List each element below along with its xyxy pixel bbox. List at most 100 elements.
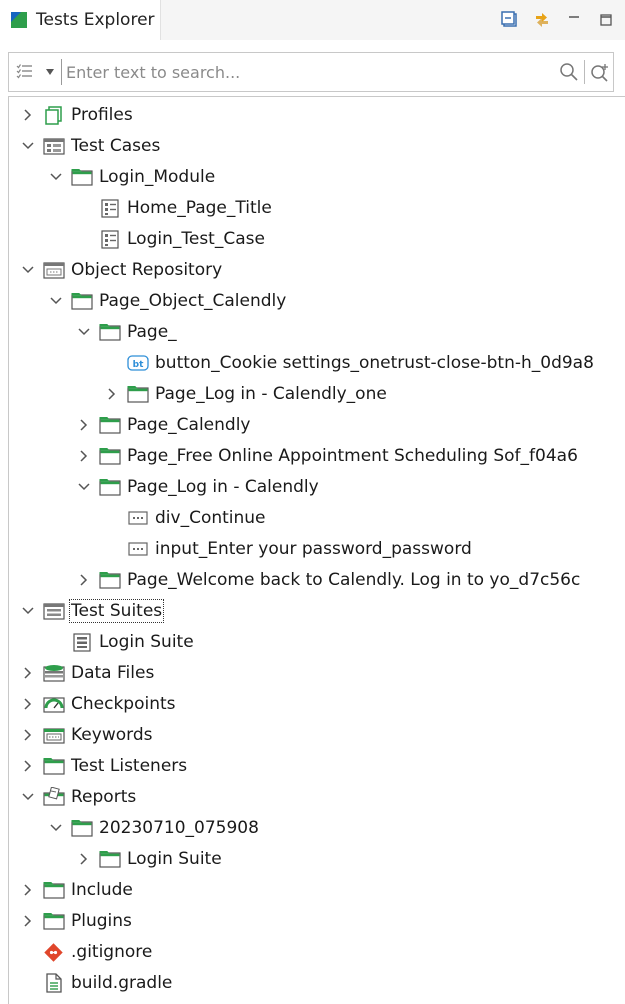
chevron-right-icon[interactable] (19, 664, 37, 682)
tree-item[interactable]: Login Suite (75, 844, 222, 874)
tree-item[interactable]: Checkpoints (19, 689, 176, 719)
collapse-all-icon[interactable] (499, 9, 521, 31)
tree-item-label: input_Enter your password_password (155, 539, 472, 559)
file-icon (46, 973, 62, 993)
katalon-logo-icon (11, 12, 27, 28)
test-suites-folder-icon (43, 603, 65, 620)
tree-item-label: Profiles (71, 105, 133, 125)
chevron-right-icon[interactable] (19, 757, 37, 775)
search-input[interactable] (66, 57, 556, 87)
folder-icon (43, 913, 65, 930)
chevron-right-icon[interactable] (103, 385, 121, 403)
tree-item-label: Page_Welcome back to Calendly. Log in to… (127, 570, 581, 590)
chevron-down-icon[interactable] (19, 137, 37, 155)
tree-item[interactable]: Page_ (75, 317, 177, 347)
tree-item[interactable]: bt button_Cookie settings_onetrust-close-… (127, 348, 594, 378)
tree-item[interactable]: Page_Calendly (75, 410, 250, 440)
tree-item-label: Page_Log in - Calendly_one (155, 384, 387, 404)
link-with-editor-icon[interactable] (531, 9, 553, 31)
chevron-right-icon[interactable] (19, 726, 37, 744)
maximize-icon[interactable] (595, 9, 617, 31)
advanced-search-icon[interactable] (587, 54, 613, 90)
minimize-icon[interactable] (563, 9, 585, 31)
object-repository-icon (43, 262, 65, 279)
tree-item[interactable]: Object Repository (19, 255, 222, 285)
tree-item-label: Login Suite (99, 632, 194, 652)
chevron-right-icon[interactable] (75, 447, 93, 465)
tree-item[interactable]: Test Cases (19, 131, 160, 161)
filter-icon[interactable] (9, 54, 41, 90)
button-object-icon: bt (127, 355, 149, 371)
tree-item[interactable]: 20230710_075908 (47, 813, 259, 843)
folder-icon (99, 448, 121, 465)
test-suite-icon (73, 633, 91, 652)
chevron-down-icon[interactable] (19, 788, 37, 806)
chevron-right-icon[interactable] (19, 106, 37, 124)
tree-item-label: Data Files (71, 663, 155, 683)
web-element-icon (128, 542, 148, 556)
tree-item[interactable]: Keywords (19, 720, 152, 750)
tree-item-label: Test Cases (71, 136, 161, 156)
divider (61, 59, 62, 85)
test-case-icon (101, 199, 119, 218)
search-icon[interactable] (556, 54, 582, 90)
tree-item-label: button_Cookie settings_onetrust-close-bt… (155, 353, 594, 373)
divider (584, 60, 585, 84)
tests-explorer-tab[interactable]: Tests Explorer (0, 0, 161, 40)
tree-item[interactable]: Page_Log in - Calendly (75, 472, 319, 502)
tree-item[interactable]: Data Files (19, 658, 154, 688)
chevron-down-icon[interactable] (19, 602, 37, 620)
tree-item[interactable]: Page_Object_Calendly (47, 286, 286, 316)
chevron-right-icon[interactable] (19, 912, 37, 930)
tree-item-label: Plugins (71, 911, 132, 931)
tree-item[interactable]: Page_Log in - Calendly_one (103, 379, 387, 409)
tree-item[interactable]: div_Continue (127, 503, 266, 533)
tree-item[interactable]: Test Listeners (19, 751, 187, 781)
tree-item[interactable]: input_Enter your password_password (127, 534, 472, 564)
chevron-down-icon[interactable] (75, 323, 93, 341)
folder-icon (99, 572, 121, 589)
folder-icon (43, 758, 65, 775)
tree-item[interactable]: Page_Free Online Appointment Scheduling … (75, 441, 578, 471)
tree-item[interactable]: Login_Module (47, 162, 215, 192)
tree-item-label: Reports (71, 787, 137, 807)
tab-title: Tests Explorer (36, 10, 155, 30)
folder-icon (99, 851, 121, 868)
tree-item[interactable]: Home_Page_Title (99, 193, 272, 223)
tree-item-label: Login_Module (99, 167, 216, 187)
tree-item[interactable]: Include (19, 875, 133, 905)
chevron-right-icon[interactable] (75, 850, 93, 868)
data-files-icon (43, 665, 65, 682)
tree-item-label: Login_Test_Case (127, 229, 265, 249)
chevron-down-icon[interactable] (47, 168, 65, 186)
tree-item[interactable]: .gitignore (19, 937, 152, 967)
tree-item[interactable]: Profiles (19, 100, 133, 130)
tree-item[interactable]: Reports (19, 782, 136, 812)
chevron-right-icon[interactable] (19, 881, 37, 899)
tree-item-label: 20230710_075908 (99, 818, 259, 838)
explorer-tree: Profiles Test Cases Login_Module Home_Page_… (8, 96, 625, 1004)
folder-icon (71, 820, 93, 837)
filter-dropdown-icon[interactable] (41, 54, 59, 90)
folder-icon (99, 479, 121, 496)
tree-item[interactable]: Login_Test_Case (99, 224, 265, 254)
tree-item[interactable]: Test Suites (19, 596, 165, 626)
tree-item[interactable]: Login Suite (71, 627, 194, 657)
chevron-down-icon[interactable] (19, 261, 37, 279)
chevron-down-icon[interactable] (47, 292, 65, 310)
web-element-icon (128, 511, 148, 525)
folder-icon (43, 882, 65, 899)
chevron-down-icon[interactable] (47, 819, 65, 837)
chevron-right-icon[interactable] (75, 416, 93, 434)
tree-item[interactable]: Page_Welcome back to Calendly. Log in to… (75, 565, 580, 595)
chevron-right-icon[interactable] (19, 695, 37, 713)
tree-item-label: .gitignore (71, 942, 153, 962)
chevron-right-icon[interactable] (75, 571, 93, 589)
tree-item-label: Test Listeners (71, 756, 188, 776)
chevron-down-icon[interactable] (75, 478, 93, 496)
search-bar (8, 52, 614, 92)
tree-item[interactable]: Plugins (19, 906, 132, 936)
tree-item-label: Keywords (71, 725, 153, 745)
tree-item[interactable]: build.gradle (19, 968, 172, 998)
folder-icon (127, 386, 149, 403)
